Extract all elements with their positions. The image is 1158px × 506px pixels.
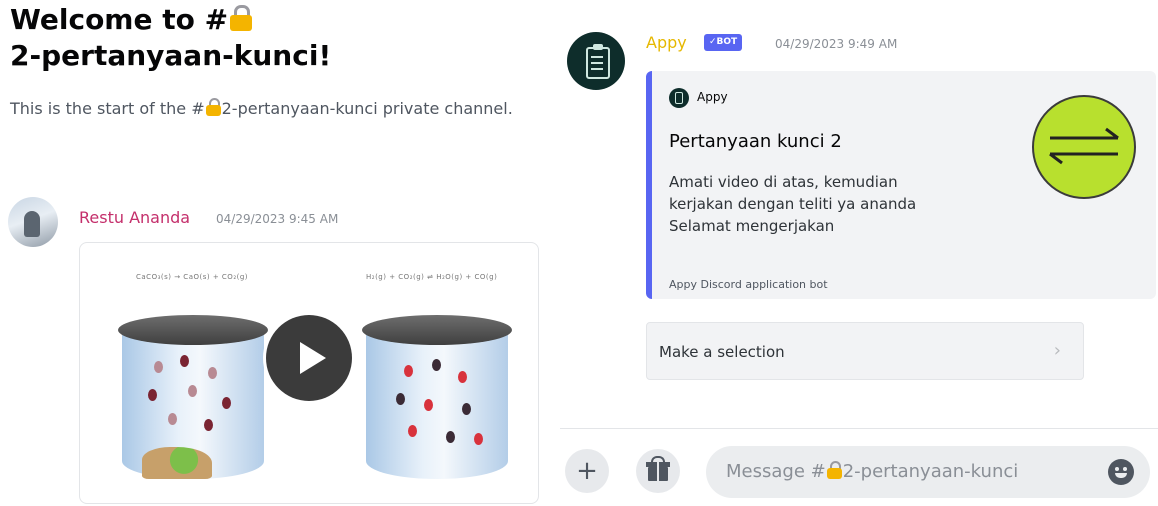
embed-description-line: Amati video di atas, kemudian	[669, 173, 898, 191]
channel-welcome-title: Welcome to # 2-pertanyaan-kunci!	[10, 2, 331, 74]
right-equation-caption: H₂(g) + CO₂(g) ⇌ H₂O(g) + CO(g)	[366, 273, 498, 281]
video-attachment[interactable]: CaCO₃(s) → CaO(s) + CO₂(g) H₂(g) + CO₂(g…	[79, 242, 539, 504]
avatar[interactable]	[567, 32, 625, 90]
divider	[560, 428, 1158, 429]
clipboard-icon	[586, 44, 610, 79]
message-input[interactable]: Message # 2-pertanyaan-kunci	[706, 446, 1150, 498]
play-icon	[300, 342, 326, 374]
message-timestamp: 04/29/2023 9:49 AM	[775, 37, 898, 51]
plus-icon: +	[576, 456, 598, 486]
embed-description: Amati video di atas, kemudian kerjakan d…	[669, 171, 916, 237]
message-placeholder: Message # 2-pertanyaan-kunci	[726, 461, 1018, 482]
equilibrium-arrows-icon[interactable]	[1032, 95, 1136, 199]
message-embed: Appy Pertanyaan kunci 2 Amati video di a…	[646, 71, 1156, 299]
play-button[interactable]	[266, 315, 352, 401]
embed-footer: Appy Discord application bot	[669, 278, 828, 291]
message-author[interactable]: Appy	[646, 33, 687, 52]
select-menu[interactable]: Make a selection ›	[646, 322, 1084, 380]
embed-author: Appy	[697, 90, 728, 104]
bot-badge: ✓BOT	[704, 34, 743, 51]
add-attachment-button[interactable]: +	[565, 449, 609, 493]
avatar[interactable]	[8, 197, 58, 247]
welcome-title-prefix: Welcome to #	[10, 3, 229, 36]
placeholder-prefix: Message #	[726, 461, 826, 482]
chevron-right-icon: ›	[1053, 340, 1061, 361]
select-placeholder: Make a selection	[659, 343, 785, 361]
left-beaker-illustration	[118, 315, 268, 490]
welcome-title-channel: 2-pertanyaan-kunci!	[10, 39, 332, 72]
placeholder-channel: 2-pertanyaan-kunci	[842, 461, 1019, 482]
embed-title: Pertanyaan kunci 2	[669, 131, 842, 152]
gift-button[interactable]	[636, 449, 680, 493]
channel-welcome-description: This is the start of the # 2-pertanyaan-k…	[10, 98, 550, 120]
emoji-button[interactable]	[1108, 459, 1134, 485]
description-post: private channel.	[377, 99, 513, 118]
description-channel: 2-pertanyaan-kunci	[221, 99, 378, 118]
message-timestamp: 04/29/2023 9:45 AM	[216, 212, 339, 226]
description-pre: This is the start of the #	[10, 99, 205, 118]
lock-icon	[826, 461, 842, 479]
lock-icon	[205, 98, 221, 116]
left-equation-caption: CaCO₃(s) → CaO(s) + CO₂(g)	[136, 273, 249, 281]
lock-icon	[230, 5, 253, 31]
embed-description-line: kerjakan dengan teliti ya ananda	[669, 195, 917, 213]
message-author[interactable]: Restu Ananda	[79, 208, 190, 227]
embed-description-line: Selamat mengerjakan	[669, 217, 835, 235]
right-beaker-illustration	[362, 315, 512, 490]
embed-author-icon	[669, 88, 689, 108]
